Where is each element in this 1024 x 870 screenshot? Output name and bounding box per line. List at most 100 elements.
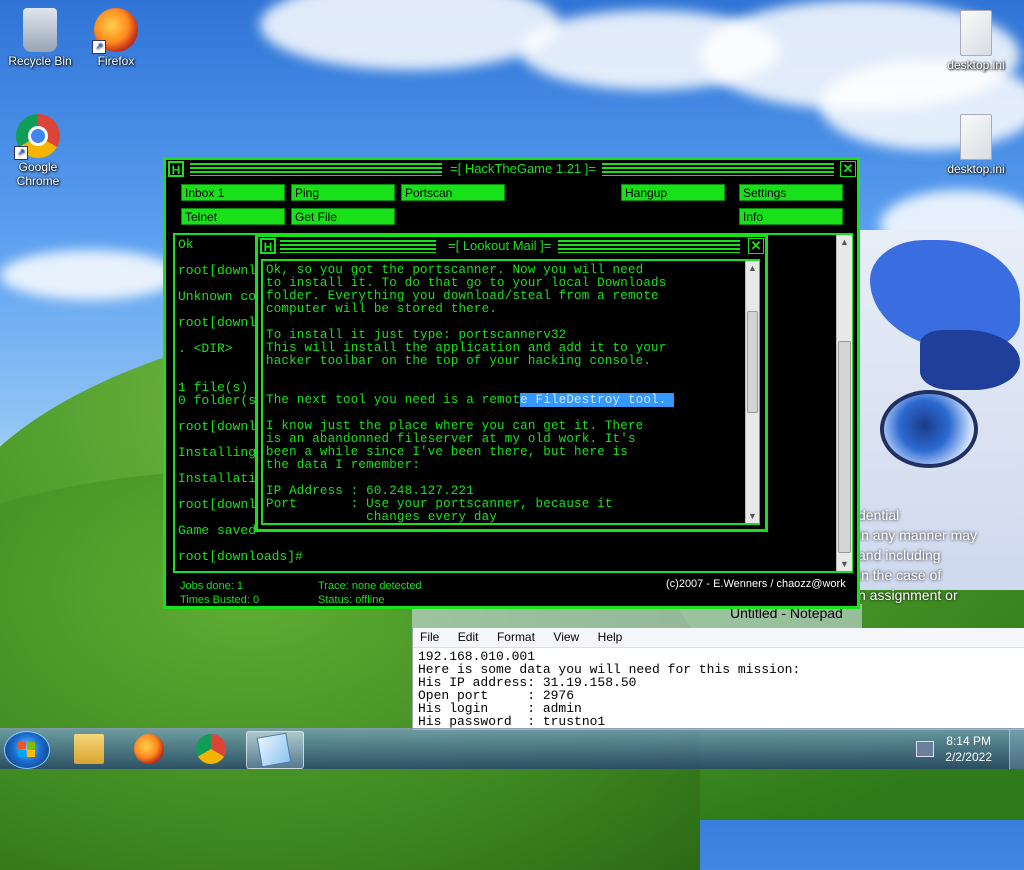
notepad-window[interactable]: File Edit Format View Help 192.168.010.0… [412, 628, 1024, 730]
folder-icon [74, 734, 104, 764]
scroll-up-icon[interactable]: ▲ [837, 235, 852, 249]
menu-file[interactable]: File [413, 628, 446, 644]
toolbar-info-button[interactable]: Info [739, 208, 843, 225]
mail-line: been a while since I've been there, but … [266, 445, 628, 459]
times-busted-label: Times Busted: 0 [180, 594, 260, 606]
credits-text: (c)2007 - E.Wenners / chaozz@work [666, 578, 846, 590]
lookout-mail-window[interactable]: H =[ Lookout Mail ]= ✕ Ok, so you got th… [255, 234, 768, 532]
console-line: root[downl [178, 497, 257, 512]
mail-message-body[interactable]: Ok, so you got the portscanner. Now you … [261, 259, 760, 525]
hackthegame-title: =[ HackTheGame 1.21 ]= [446, 161, 600, 176]
mail-line: Ok, so you got the portscanner. Now you … [266, 263, 644, 277]
toolbar-settings-button[interactable]: Settings [739, 184, 843, 201]
desktop-icon-label: Google Chrome [16, 160, 60, 188]
settings-file-icon [960, 10, 992, 56]
console-scroll-thumb[interactable] [838, 341, 851, 553]
mail-line: the data I remember: [266, 458, 421, 472]
toolbar-inbox-button[interactable]: Inbox 1 [181, 184, 285, 201]
mail-line: Port : Use your portscanner, because it [266, 497, 613, 511]
desktop-icon-chrome[interactable]: ↗ Google Chrome [0, 114, 76, 188]
desktop-icon-firefox[interactable]: ↗ Firefox [78, 8, 154, 68]
mail-highlighted-line: The next tool you need is a remote FileD… [266, 393, 675, 407]
mail-line: folder. Everything you download/steal fr… [266, 289, 659, 303]
system-clock[interactable]: 8:14 PM 2/2/2022 [945, 733, 992, 765]
console-line: Game saved [178, 523, 257, 538]
wallpaper-anime-figure: dential in any manner may and including … [850, 230, 1024, 603]
text-selection[interactable]: e FileDestroy tool. [520, 393, 675, 407]
clock-time: 8:14 PM [946, 734, 991, 748]
menu-edit[interactable]: Edit [451, 628, 486, 644]
jobs-done-label: Jobs done: 1 [180, 580, 243, 592]
desktop-icon-desktop-ini-2[interactable]: desktop.ini [938, 114, 1014, 176]
toolbar-portscan-button[interactable]: Portscan [401, 184, 505, 201]
desktop-icon-desktop-ini-1[interactable]: desktop.ini [938, 10, 1014, 72]
notepad-menubar: File Edit Format View Help [413, 628, 1024, 648]
toolbar-ping-button[interactable]: Ping [291, 184, 395, 201]
chrome-icon: ↗ [14, 114, 60, 160]
notepad-text-area[interactable]: 192.168.010.001 Here is some data you wi… [413, 648, 1024, 730]
console-scrollbar[interactable]: ▲ ▼ [836, 235, 852, 571]
desktop-icon-label: Firefox [97, 54, 135, 68]
show-desktop-button[interactable] [1009, 729, 1024, 769]
trace-status: Trace: none detected [318, 580, 422, 592]
mail-line: to install it. To do that go to your loc… [266, 276, 667, 290]
hackthegame-app-icon: H [168, 161, 184, 177]
close-icon[interactable]: ✕ [748, 238, 764, 254]
console-line: 0 folder(s [178, 393, 257, 408]
start-button[interactable] [4, 731, 50, 769]
desktop-icon-label: desktop.ini [947, 162, 1005, 176]
notepad-icon [256, 732, 292, 768]
console-line: Installati [178, 471, 257, 486]
chrome-icon [196, 734, 226, 764]
mail-line: I know just the place where you can get … [266, 419, 644, 433]
settings-file-icon [960, 114, 992, 160]
scroll-down-icon[interactable]: ▼ [746, 509, 759, 523]
clock-date: 2/2/2022 [945, 750, 992, 764]
desktop-icon-recycle-bin[interactable]: Recycle Bin [2, 8, 78, 68]
taskbar-notepad[interactable] [246, 731, 304, 769]
toolbar-getfile-button[interactable]: Get File [291, 208, 395, 225]
scroll-down-icon[interactable]: ▼ [837, 557, 852, 571]
console-line: . <DIR> [178, 341, 233, 356]
mail-titlebar[interactable]: H =[ Lookout Mail ]= ✕ [258, 237, 765, 257]
mail-scroll-thumb[interactable] [747, 311, 758, 413]
taskbar-chrome[interactable] [184, 731, 240, 767]
taskbar: 8:14 PM 2/2/2022 [0, 728, 1024, 769]
recycle-bin-icon [23, 8, 57, 52]
menu-view[interactable]: View [546, 628, 586, 644]
desktop-icon-label: Recycle Bin [8, 54, 72, 68]
console-line: root[downl [178, 419, 257, 434]
toolbar-hangup-button[interactable]: Hangup [621, 184, 725, 201]
menu-help[interactable]: Help [591, 628, 630, 644]
taskbar-firefox[interactable] [122, 731, 178, 767]
windows-logo-icon [18, 742, 36, 758]
wallpaper-overlay-text: dential in any manner may and including … [858, 507, 978, 603]
network-icon[interactable] [916, 741, 934, 757]
mail-line: This will install the application and ad… [266, 341, 667, 355]
mail-line: is an abandonned fileserver at my old wo… [266, 432, 636, 446]
close-icon[interactable]: ✕ [840, 161, 856, 177]
connection-status: Status: offline [318, 594, 385, 606]
console-line: Ok [178, 237, 194, 252]
mail-scrollbar[interactable]: ▲ ▼ [745, 261, 759, 523]
console-line: Unknown co [178, 289, 257, 304]
mail-line-unselected: The next tool you need is a remot [266, 393, 521, 407]
firefox-icon [134, 734, 164, 764]
console-line: root[downl [178, 263, 257, 278]
mail-line: hacker toolbar on the top of your hackin… [266, 354, 652, 368]
mail-line: changes every day [266, 510, 498, 524]
console-line: root[downl [178, 315, 257, 330]
mail-line: IP Address : 60.248.127.221 [266, 484, 474, 498]
menu-format[interactable]: Format [490, 628, 542, 644]
scroll-up-icon[interactable]: ▲ [746, 261, 759, 275]
toolbar-telnet-button[interactable]: Telnet [181, 208, 285, 225]
hackthegame-titlebar[interactable]: H =[ HackTheGame 1.21 ]= ✕ [166, 160, 857, 180]
mail-title: =[ Lookout Mail ]= [444, 238, 556, 253]
taskbar-file-explorer[interactable] [62, 731, 118, 767]
mail-app-icon: H [260, 238, 276, 254]
console-line: Installing [178, 445, 257, 460]
mail-line: To install it just type: portscannerv32 [266, 328, 567, 342]
desktop-icon-label: desktop.ini [947, 58, 1005, 72]
firefox-icon: ↗ [92, 8, 138, 54]
mail-line: computer will be stored there. [266, 302, 498, 316]
